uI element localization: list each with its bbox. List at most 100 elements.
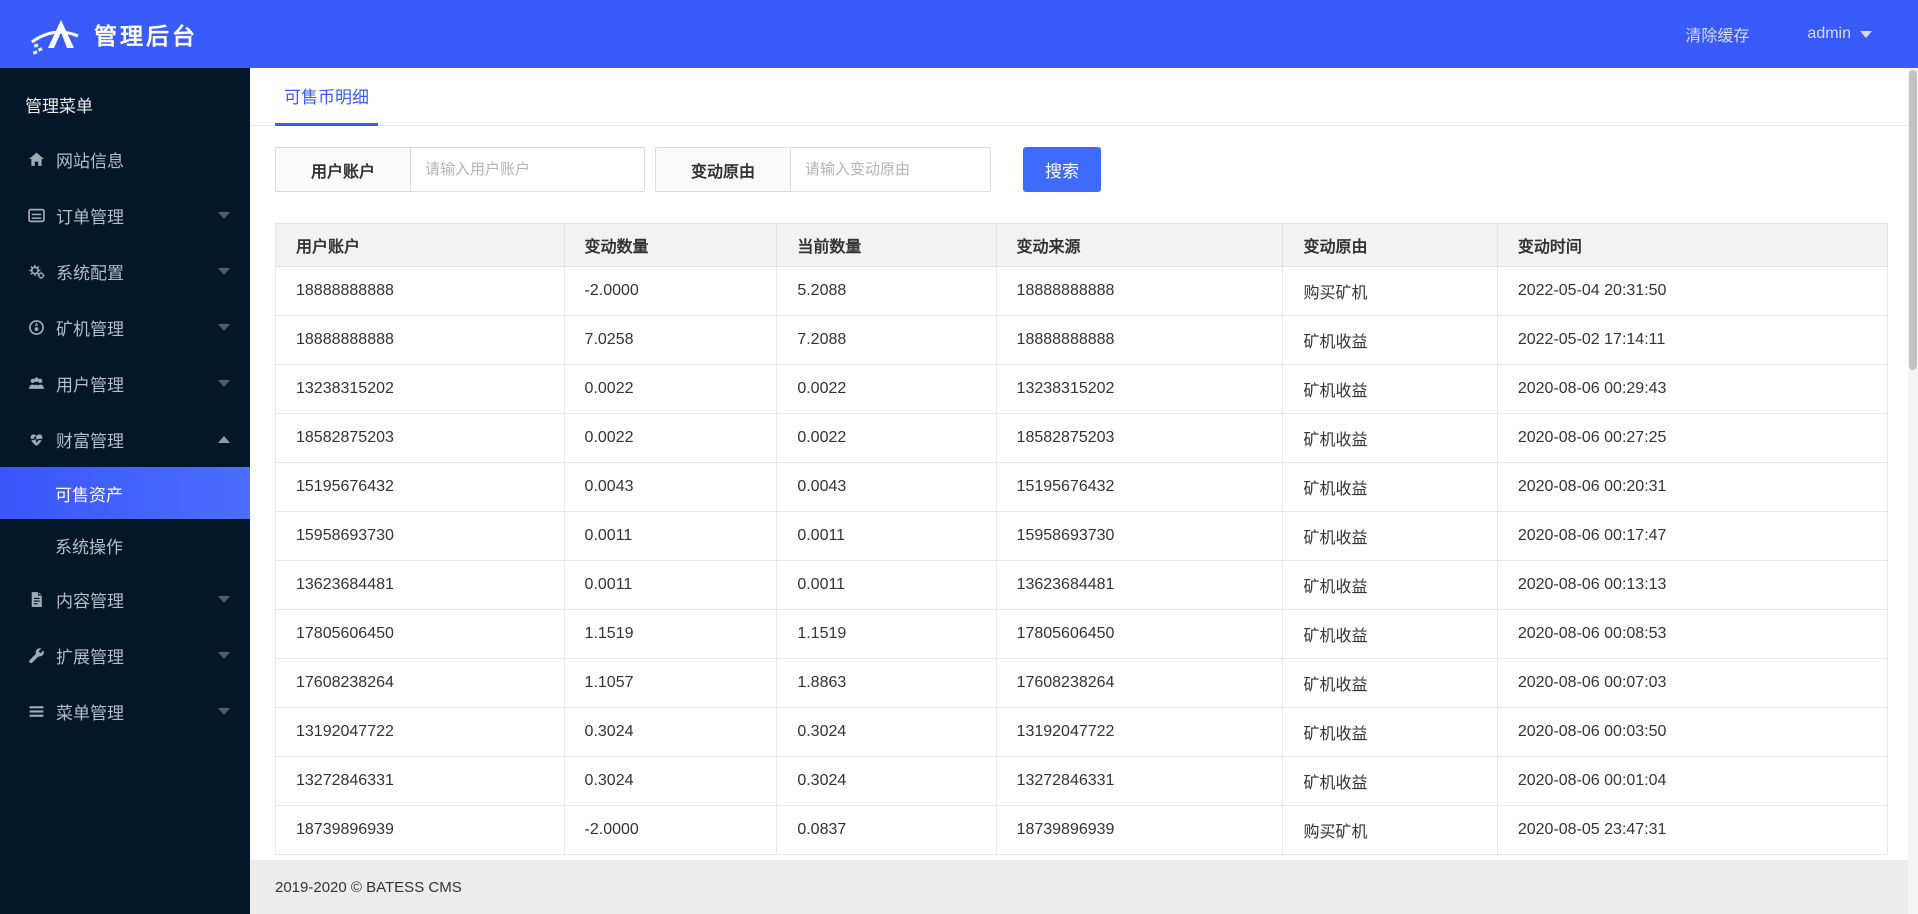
vertical-scrollbar[interactable]	[1908, 68, 1918, 914]
heartbeat-icon	[25, 431, 47, 448]
tab-sellable-coin-detail[interactable]: 可售币明细	[275, 68, 378, 126]
table-cell: 13272846331	[995, 756, 1284, 806]
sidebar-item-label: 菜单管理	[56, 703, 124, 723]
chevron-down-icon	[218, 211, 230, 219]
table-cell: 矿机收益	[1282, 707, 1498, 757]
table-cell: 2020-08-06 00:20:31	[1496, 462, 1889, 512]
sidebar-item-2[interactable]: 系统配置	[0, 243, 250, 299]
table-cell: 0.0022	[776, 364, 997, 414]
table-cell: 17608238264	[995, 658, 1284, 708]
sidebar-item-label: 网站信息	[56, 151, 124, 171]
table-cell: 17805606450	[275, 609, 565, 659]
table-cell: 0.0043	[776, 462, 997, 512]
table-cell: 购买矿机	[1282, 805, 1498, 855]
clear-cache-button[interactable]: 清除缓存	[1685, 22, 1749, 46]
table-row: 15958693730 0.0011 0.0011 15958693730 矿机收益 20…	[275, 511, 1889, 561]
table-cell: 18888888888	[275, 266, 565, 316]
chevron-up-icon	[218, 435, 230, 443]
table-cell: 2020-08-06 00:03:50	[1496, 707, 1889, 757]
table-cell: 0.0022	[563, 413, 778, 463]
sidebar-menu: 网站信息订单管理系统配置 矿机管理 用户管理 财富管理 可售资产系统操作内容管理扩展管理…	[0, 131, 250, 739]
table-cell: 2020-08-06 00:07:03	[1496, 658, 1889, 708]
table-cell: 矿机收益	[1282, 511, 1498, 561]
chevron-down-icon	[218, 595, 230, 603]
user-dropdown[interactable]: admin	[1807, 25, 1872, 43]
sidebar-item-label: 扩展管理	[56, 647, 124, 667]
table-cell: 2022-05-04 20:31:50	[1496, 266, 1889, 316]
reason-label: 变动原由	[655, 147, 791, 192]
column-header: 变动数量	[563, 223, 778, 267]
sidebar-item-6[interactable]: 可售资产	[0, 467, 250, 519]
sidebar-item-5[interactable]: 财富管理	[0, 411, 250, 467]
table-cell: 0.3024	[776, 707, 997, 757]
chevron-down-icon	[218, 267, 230, 275]
sidebar-item-label: 系统操作	[55, 537, 123, 557]
table-cell: 1.8863	[776, 658, 997, 708]
sidebar-item-8[interactable]: 内容管理	[0, 571, 250, 627]
table-cell: 13238315202	[995, 364, 1284, 414]
scrollbar-thumb[interactable]	[1909, 70, 1917, 370]
table-cell: 2020-08-06 00:01:04	[1496, 756, 1889, 806]
table-cell: 2020-08-06 00:08:53	[1496, 609, 1889, 659]
sidebar-item-10[interactable]: 菜单管理	[0, 683, 250, 739]
table-cell: 18739896939	[275, 805, 565, 855]
chevron-down-icon	[1860, 30, 1872, 38]
table-cell: 2020-08-06 00:13:13	[1496, 560, 1889, 610]
table-cell: 18582875203	[275, 413, 565, 463]
column-header: 用户账户	[275, 223, 565, 267]
file-icon	[25, 591, 47, 608]
table-cell: -2.0000	[563, 266, 778, 316]
table-cell: 矿机收益	[1282, 609, 1498, 659]
miner-icon	[25, 319, 47, 336]
table-cell: 13272846331	[275, 756, 565, 806]
table-cell: 0.3024	[776, 756, 997, 806]
table-cell: 2022-05-02 17:14:11	[1496, 315, 1889, 365]
cogs-icon	[25, 263, 47, 280]
reason-input-group: 变动原由	[655, 147, 991, 192]
table-cell: 0.0043	[563, 462, 778, 512]
table-cell: 1.1057	[563, 658, 778, 708]
table-cell: 13623684481	[995, 560, 1284, 610]
table-cell: 17805606450	[995, 609, 1284, 659]
users-icon	[25, 375, 47, 392]
table-header-row: 用户账户 变动数量 当前数量 变动来源 变动原由 变动时间	[275, 223, 1889, 267]
table-cell: 0.0011	[776, 560, 997, 610]
main-panel: 可售币明细 用户账户 变动原由 搜索 用户账户变动数量当前数量变动来源变动原由变…	[250, 68, 1908, 914]
sidebar-item-9[interactable]: 扩展管理	[0, 627, 250, 683]
table-cell: 矿机收益	[1282, 756, 1498, 806]
table-row: 17608238264 1.1057 1.8863 17608238264 矿机收益 20…	[275, 658, 1889, 708]
sidebar-item-0[interactable]: 网站信息	[0, 131, 250, 187]
table-cell: 矿机收益	[1282, 413, 1498, 463]
table-cell: 5.2088	[776, 266, 997, 316]
table-cell: 2020-08-06 00:17:47	[1496, 511, 1889, 561]
sidebar-item-label: 订单管理	[56, 207, 124, 227]
sidebar-item-1[interactable]: 订单管理	[0, 187, 250, 243]
app-title: 管理后台	[94, 23, 198, 49]
table-cell: 1.1519	[563, 609, 778, 659]
table-cell: 矿机收益	[1282, 315, 1498, 365]
table-cell: 15195676432	[275, 462, 565, 512]
table-cell: 矿机收益	[1282, 364, 1498, 414]
column-header: 变动时间	[1496, 223, 1889, 267]
search-button[interactable]: 搜索	[1023, 147, 1101, 192]
content-area: 用户账户 变动原由 搜索 用户账户变动数量当前数量变动来源变动原由变动时间 18…	[250, 126, 1908, 860]
table-cell: 13623684481	[275, 560, 565, 610]
account-input[interactable]	[411, 147, 645, 192]
sidebar-item-7[interactable]: 系统操作	[0, 519, 250, 571]
reason-input[interactable]	[791, 147, 991, 192]
transactions-table: 用户账户 变动数量 当前数量 变动来源 变动原由 变动时间 18888888888 -2.0…	[275, 223, 1889, 855]
account-input-group: 用户账户	[275, 147, 645, 192]
table-cell: -2.0000	[563, 805, 778, 855]
table-cell: 矿机收益	[1282, 658, 1498, 708]
sidebar-item-3[interactable]: 矿机管理	[0, 299, 250, 355]
column-header: 当前数量	[776, 223, 997, 267]
table-cell: 18888888888	[995, 315, 1284, 365]
column-header: 变动原由	[1282, 223, 1498, 267]
table-cell: 18739896939	[995, 805, 1284, 855]
table-cell: 1.1519	[776, 609, 997, 659]
table-row: 18739896939 -2.0000 0.0837 18739896939 购买矿机 2…	[275, 805, 1889, 855]
chevron-down-icon	[218, 707, 230, 715]
copyright-text: 2019-2020 © BATESS CMS	[275, 878, 462, 896]
search-form: 用户账户 变动原由 搜索	[275, 147, 1888, 192]
sidebar-item-4[interactable]: 用户管理	[0, 355, 250, 411]
